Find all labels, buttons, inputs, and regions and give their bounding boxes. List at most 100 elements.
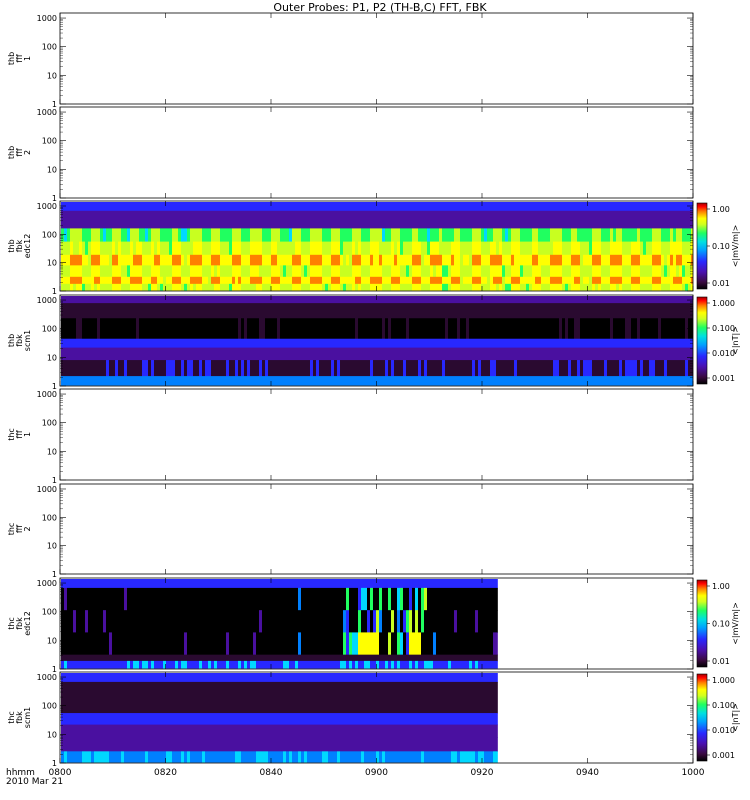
spectrogram-cell [295, 660, 298, 669]
spectrogram-cell [277, 219, 280, 229]
y-tick-label: 1 [52, 287, 57, 296]
spectrogram-cell [67, 228, 70, 243]
spectrogram-cell [439, 360, 442, 377]
spectrogram-cell [208, 347, 211, 361]
spectrogram-cell [433, 303, 436, 319]
spectrogram-cell [451, 347, 454, 361]
spectrogram-cell [316, 296, 319, 304]
spectrogram-cell [199, 303, 202, 319]
spectrogram-cell [520, 376, 523, 386]
spectrogram-cell [178, 610, 181, 633]
spectrogram-cell [184, 347, 187, 361]
spectrogram-cell [241, 283, 244, 291]
spectrogram-cell [553, 276, 556, 285]
spectrogram-cell [97, 303, 100, 319]
spectrogram-cell [217, 587, 220, 611]
spectrogram-cell [304, 202, 307, 212]
spectrogram-cell [460, 610, 463, 633]
spectrogram-cell [445, 587, 448, 611]
spectrogram-cell [220, 360, 223, 377]
spectrogram-cell [82, 673, 85, 683]
spectrogram-cell [565, 303, 568, 319]
spectrogram-cell [295, 360, 298, 377]
spectrogram-cell [604, 254, 607, 266]
spectrogram-cell [373, 228, 376, 243]
spectrogram-cell [343, 210, 346, 221]
spectrogram-cell [517, 376, 520, 386]
spectrogram-cell [442, 347, 445, 361]
spectrogram-cell [241, 219, 244, 229]
spectrogram-cell [625, 228, 628, 243]
spectrogram-cell [346, 660, 349, 669]
spectrogram-cell [388, 338, 391, 349]
spectrogram-cell [619, 265, 622, 278]
spectrogram-cell [460, 219, 463, 229]
spectrogram-cell [454, 579, 457, 589]
spectrogram-cell [439, 202, 442, 212]
spectrogram-cell [652, 219, 655, 229]
spectrogram-cell [259, 228, 262, 243]
spectrogram-cell [649, 254, 652, 266]
spectrogram-cell [70, 318, 73, 340]
spectrogram-cell [94, 587, 97, 611]
spectrogram-cell [211, 360, 214, 377]
spectrogram-cell [112, 579, 115, 589]
spectrogram-cell [562, 228, 565, 243]
spectrogram-cell [502, 228, 505, 243]
spectrogram-cell [115, 724, 118, 738]
spectrogram-cell [127, 283, 130, 291]
spectrogram-cell [70, 751, 73, 763]
spectrogram-cell [139, 318, 142, 340]
spectrogram-cell [379, 283, 382, 291]
spectrogram-cell [592, 241, 595, 256]
spectrogram-cell [487, 210, 490, 221]
spectrogram-cell [457, 632, 460, 656]
spectrogram-cell [403, 210, 406, 221]
spectrogram-cell [625, 318, 628, 340]
spectrogram-cell [262, 296, 265, 304]
spectrogram-cell [85, 265, 88, 278]
spectrogram-cell [610, 303, 613, 319]
spectrogram-cell [118, 654, 121, 662]
spectrogram-cell [421, 276, 424, 285]
spectrogram-cell [232, 228, 235, 243]
spectrogram-cell [553, 283, 556, 291]
spectrogram-cell [184, 283, 187, 291]
spectrogram-cell [268, 610, 271, 633]
spectrogram-cell [481, 654, 484, 662]
spectrogram-cell [172, 579, 175, 589]
spectrogram-cell [400, 360, 403, 377]
spectrogram-cell [199, 228, 202, 243]
spectrogram-cell [358, 318, 361, 340]
spectrogram-cell [94, 303, 97, 319]
spectrogram-cell [616, 303, 619, 319]
spectrogram-cell [88, 219, 91, 229]
spectrogram-cell [553, 318, 556, 340]
spectrogram-cell [361, 202, 364, 212]
spectrogram-cell [133, 202, 136, 212]
spectrogram-cell [655, 265, 658, 278]
spectrogram-cell [490, 210, 493, 221]
spectrogram-cell [154, 265, 157, 278]
spectrogram-cell [316, 376, 319, 386]
spectrogram-cell [214, 632, 217, 656]
spectrogram-cell [343, 219, 346, 229]
spectrogram-cell [82, 654, 85, 662]
spectrogram-cell [208, 360, 211, 377]
spectrogram-cell [634, 318, 637, 340]
spectrogram-cell [163, 303, 166, 319]
spectrogram-cell [130, 219, 133, 229]
spectrogram-cell [202, 283, 205, 291]
spectrogram-cell [520, 265, 523, 278]
spectrogram-cell [412, 579, 415, 589]
spectrogram-cell [139, 654, 142, 662]
spectrogram-cell [160, 265, 163, 278]
spectrogram-cell [88, 254, 91, 266]
spectrogram-cell [184, 338, 187, 349]
spectrogram-cell [487, 265, 490, 278]
spectrogram-cell [367, 241, 370, 256]
spectrogram-cell [337, 376, 340, 386]
spectrogram-cell [589, 228, 592, 243]
spectrogram-cell [412, 228, 415, 243]
spectrogram-cell [463, 202, 466, 212]
